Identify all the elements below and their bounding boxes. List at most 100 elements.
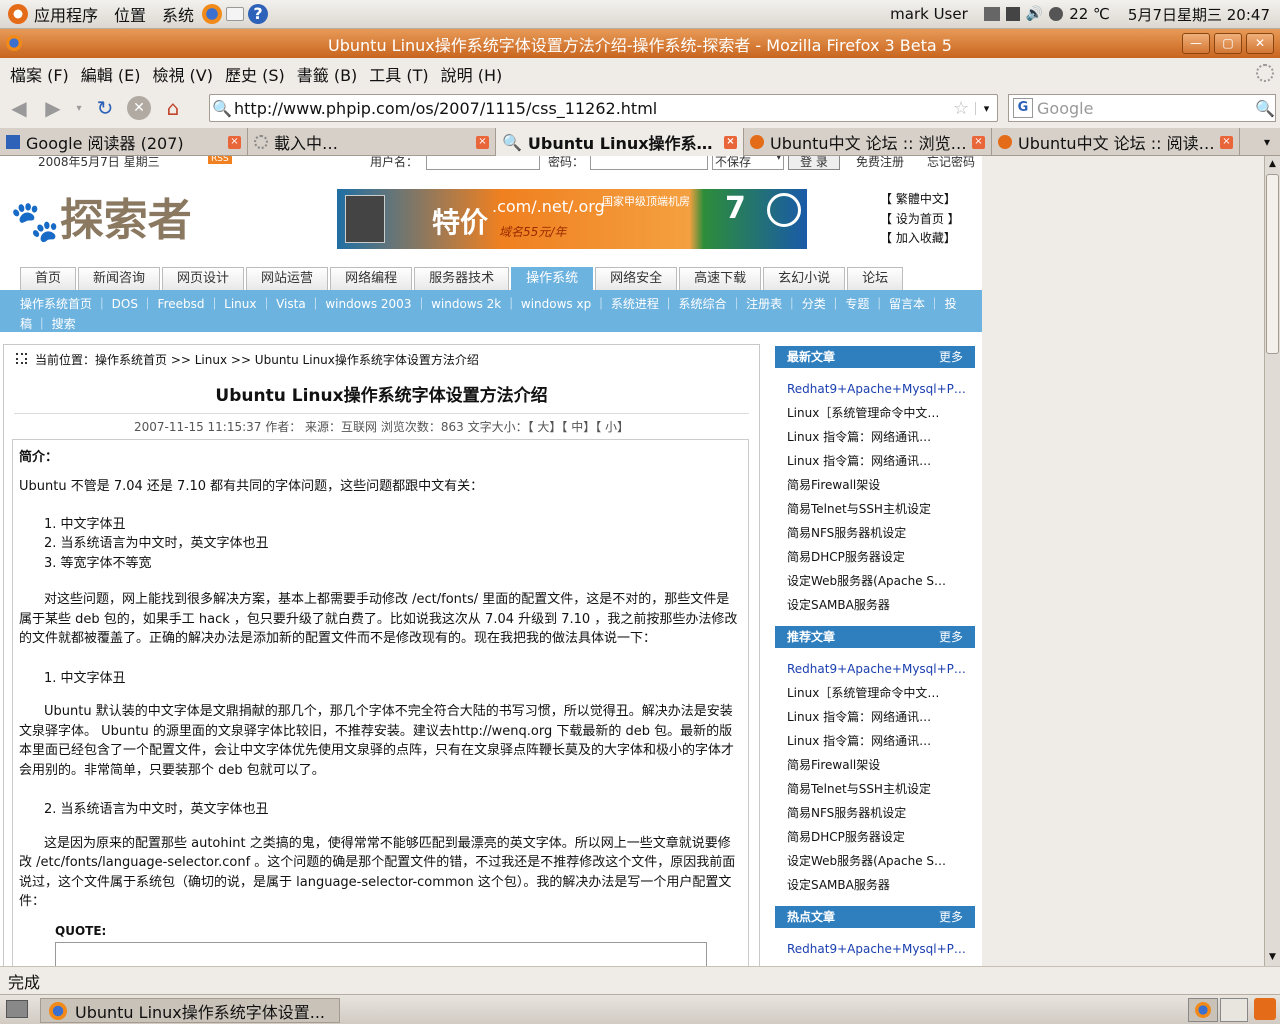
menu-bookmarks[interactable]: 書籤 (B) xyxy=(291,62,364,86)
sidebar-article-link[interactable]: 设定Web服务器(Apache S… xyxy=(775,849,975,873)
save-select[interactable]: 不保存 ▾ xyxy=(712,156,784,170)
history-dropdown-icon[interactable]: ▾ xyxy=(72,93,86,123)
tab-close-icon[interactable]: × xyxy=(724,135,737,149)
scroll-up-icon[interactable]: ▲ xyxy=(1265,156,1280,173)
nav-news[interactable]: 新闻咨询 xyxy=(78,267,161,290)
search-bar[interactable]: G Google 🔍 xyxy=(1008,94,1276,122)
tab-ubuntu-linux[interactable]: 🔍 Ubuntu Linux操作系… × xyxy=(496,128,744,156)
tab-loading[interactable]: 載入中… × xyxy=(248,128,496,156)
menu-file[interactable]: 檔案 (F) xyxy=(4,62,75,86)
url-text[interactable]: http://www.phpip.com/os/2007/1115/css_11… xyxy=(234,99,953,118)
site-identity-icon[interactable]: 🔍 xyxy=(210,99,234,118)
sidebar-article-link[interactable]: Linux 指令篇：网络通讯… xyxy=(775,449,975,473)
trash-icon[interactable] xyxy=(1254,998,1276,1020)
set-homepage-link[interactable]: 【 设为首页 】 xyxy=(880,210,960,230)
sidebar-article-link[interactable]: 设定SAMBA服务器 xyxy=(775,593,975,617)
volume-icon[interactable]: 🔊 xyxy=(1026,6,1043,22)
scroll-down-icon[interactable]: ▼ xyxy=(1265,949,1280,966)
sidebar-article-link[interactable]: 简易Firewall架设 xyxy=(775,473,975,497)
rss-badge[interactable]: RSS xyxy=(208,156,232,164)
tab-close-icon[interactable]: × xyxy=(1220,135,1233,149)
back-arrow-icon[interactable]: ◀ xyxy=(4,93,34,123)
register-link[interactable]: 免费注册 xyxy=(856,156,904,170)
home-icon[interactable]: ⌂ xyxy=(158,93,188,123)
more-link[interactable]: 更多 xyxy=(939,346,963,368)
sidebar-article-link[interactable]: Linux 指令篇：网络通讯… xyxy=(775,729,975,753)
sidebar-article-link[interactable]: Linux［系统管理命令中文… xyxy=(775,401,975,425)
site-logo[interactable]: 🐾探索者 xyxy=(10,184,260,254)
sidebar-article-link[interactable]: 设定SAMBA服务器 xyxy=(775,873,975,897)
menu-history[interactable]: 歷史 (S) xyxy=(219,62,291,86)
workspace-2[interactable] xyxy=(1220,998,1248,1022)
reload-icon[interactable]: ↻ xyxy=(90,93,120,123)
search-input[interactable]: Google xyxy=(1037,99,1255,118)
more-link[interactable]: 更多 xyxy=(939,626,963,648)
nav-forum[interactable]: 论坛 xyxy=(847,267,904,290)
sidebar-article-link[interactable]: 简易NFS服务器机设定 xyxy=(775,521,975,545)
taskbar-firefox-window[interactable]: Ubuntu Linux操作系统字体设置... xyxy=(40,998,340,1023)
ad-banner[interactable]: 特价 .com/.net/.org 域名55元/年 国家甲级顶端机房 7 xyxy=(337,189,807,249)
search-icon[interactable]: 🔍 xyxy=(1255,99,1275,118)
sidebar-article-link[interactable]: Redhat9+Apache+Mysql+P… xyxy=(775,657,975,681)
sidebar-article-link[interactable]: Redhat9+Apache+Mysql+P… xyxy=(775,377,975,401)
nav-home[interactable]: 首页 xyxy=(20,267,77,290)
clock[interactable]: 5月7日星期三 20:47 xyxy=(1128,4,1270,25)
nav-security[interactable]: 网络安全 xyxy=(595,267,678,290)
nav-operations[interactable]: 网站运营 xyxy=(246,267,329,290)
scrollbar-thumb[interactable] xyxy=(1266,174,1279,354)
url-dropdown-icon[interactable]: ▾ xyxy=(975,101,997,115)
places-menu[interactable]: 位置 xyxy=(106,2,154,26)
nav-webdesign[interactable]: 网页设计 xyxy=(162,267,245,290)
forward-arrow-icon[interactable]: ▶ xyxy=(38,93,68,123)
show-desktop-icon[interactable] xyxy=(6,1000,28,1018)
sidebar-article-link[interactable]: Linux 指令篇：网络通讯… xyxy=(775,425,975,449)
nav-programming[interactable]: 网络编程 xyxy=(330,267,413,290)
tab-google-reader[interactable]: Google 阅读器 (207) × xyxy=(0,128,248,156)
nav-download[interactable]: 高速下载 xyxy=(679,267,762,290)
nav-server[interactable]: 服务器技术 xyxy=(414,267,510,290)
maximize-button[interactable]: ▢ xyxy=(1214,33,1242,54)
user-name[interactable]: mark User xyxy=(890,5,968,23)
close-button[interactable]: ✕ xyxy=(1246,33,1274,54)
firefox-launcher-icon[interactable] xyxy=(202,4,223,24)
bookmark-star-icon[interactable]: ☆ xyxy=(953,98,975,119)
tab-ubuntu-forum-read[interactable]: Ubuntu中文 论坛 :: 阅读… × xyxy=(992,128,1240,156)
help-launcher-icon[interactable]: ? xyxy=(248,4,269,24)
stop-icon[interactable]: ✕ xyxy=(127,96,151,120)
nav-novel[interactable]: 玄幻小说 xyxy=(763,267,846,290)
tab-ubuntu-forum-browse[interactable]: Ubuntu中文 论坛 :: 浏览… × xyxy=(744,128,992,156)
sidebar-article-link[interactable]: 设定Web服务器(Apache S… xyxy=(775,569,975,593)
sidebar-article-link[interactable]: 简易NFS服务器机设定 xyxy=(775,801,975,825)
system-menu[interactable]: 系统 xyxy=(154,2,202,26)
workspace-switcher[interactable] xyxy=(1188,998,1218,1022)
username-input[interactable] xyxy=(426,156,540,170)
tab-list-dropdown-icon[interactable]: ▾ xyxy=(1240,128,1280,155)
add-favorite-link[interactable]: 【 加入收藏】 xyxy=(880,229,960,249)
menu-view[interactable]: 檢視 (V) xyxy=(146,62,219,86)
applications-menu[interactable]: 应用程序 xyxy=(0,2,106,26)
sidebar-article-link[interactable]: 简易DHCP服务器设定 xyxy=(775,545,975,569)
sidebar-article-link[interactable]: 简易DHCP服务器设定 xyxy=(775,825,975,849)
sidebar-article-link[interactable]: Redhat9+Apache+Mysql+P… xyxy=(775,937,975,961)
forgot-password-link[interactable]: 忘记密码 xyxy=(927,156,975,170)
sub-nav[interactable]: 操作系统首页 ｜ DOS ｜ Freebsd ｜ Linux ｜ Vista ｜… xyxy=(0,290,982,332)
sidebar-article-link[interactable]: Linux 指令篇：网络通讯… xyxy=(775,705,975,729)
minimize-button[interactable]: — xyxy=(1182,33,1210,54)
menu-edit[interactable]: 編輯 (E) xyxy=(75,62,147,86)
nav-os[interactable]: 操作系统 xyxy=(511,267,594,290)
traditional-chinese-link[interactable]: 【 繁體中文】 xyxy=(880,190,960,210)
login-button[interactable]: 登 录 xyxy=(788,156,840,170)
tab-close-icon[interactable]: × xyxy=(476,135,489,149)
menu-tools[interactable]: 工具 (T) xyxy=(363,62,434,86)
more-link[interactable]: 更多 xyxy=(939,906,963,928)
vertical-scrollbar[interactable]: ▲ ▼ xyxy=(1264,156,1280,966)
firefox-window-icon[interactable] xyxy=(6,35,22,51)
mail-launcher-icon[interactable] xyxy=(226,7,245,21)
sidebar-article-link[interactable]: 简易Telnet与SSH主机设定 xyxy=(775,777,975,801)
network-icon[interactable] xyxy=(1005,7,1020,21)
google-engine-icon[interactable]: G xyxy=(1013,98,1033,118)
tab-close-icon[interactable]: × xyxy=(972,135,985,149)
menu-help[interactable]: 說明 (H) xyxy=(435,62,509,86)
sidebar-article-link[interactable]: 简易Telnet与SSH主机设定 xyxy=(775,497,975,521)
password-input[interactable] xyxy=(590,156,708,170)
